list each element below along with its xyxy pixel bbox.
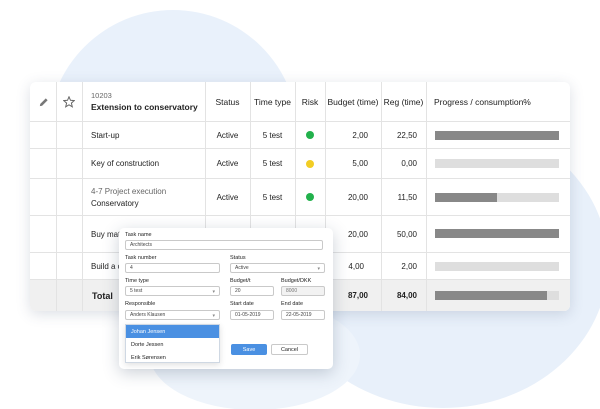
end-date-input[interactable]: 22-05-2019: [281, 310, 325, 320]
table-row[interactable]: Start-up Active 5 test 2,00 22,50: [30, 122, 570, 149]
column-divider: [56, 82, 57, 311]
time-type-label: Time type: [125, 278, 149, 284]
task-time-type: 5 test: [262, 130, 283, 140]
progress-bar: [435, 159, 559, 168]
task-reg: 22,50: [396, 130, 417, 140]
column-divider: [82, 82, 83, 311]
status-select[interactable]: Active ▾: [230, 263, 325, 273]
chevron-down-icon: ▾: [212, 313, 215, 319]
dropdown-option[interactable]: Erik Sørensen: [126, 351, 219, 364]
project-title: 10203 Extension to conservatory: [91, 82, 198, 121]
edit-task-dialog: Task name Architects Task number 4 Statu…: [119, 228, 333, 369]
progress-bar-fill: [435, 291, 547, 300]
task-time-type: 5 test: [262, 192, 283, 202]
budget-dkk-field: 8000: [281, 286, 325, 296]
column-divider: [426, 82, 427, 311]
star-icon[interactable]: [56, 82, 82, 122]
task-reg: 50,00: [396, 229, 417, 239]
task-status: Active: [216, 192, 239, 202]
status-select-value: Active: [235, 265, 249, 271]
progress-bar: [435, 229, 559, 238]
save-button[interactable]: Save: [231, 344, 267, 355]
task-number-input[interactable]: 4: [125, 263, 220, 273]
responsible-select[interactable]: Anders Klausen ▾: [125, 310, 220, 320]
progress-bar-fill: [435, 193, 497, 202]
column-header-progress[interactable]: Progress / consumption%: [434, 82, 531, 121]
column-header-risk[interactable]: Risk: [295, 82, 325, 121]
budget-t-input[interactable]: 20: [230, 286, 274, 296]
total-reg: 84,00: [396, 291, 417, 300]
task-number-label: Task number: [125, 255, 157, 261]
task-name-label: Task name: [125, 232, 152, 238]
project-name: Extension to conservatory: [91, 102, 198, 112]
pencil-icon[interactable]: [30, 82, 56, 122]
task-budget: 5,00: [352, 159, 368, 168]
column-header-reg[interactable]: Reg (time): [381, 82, 426, 121]
risk-indicator: [306, 193, 314, 201]
progress-bar-fill: [435, 229, 559, 238]
task-status: Active: [216, 130, 239, 140]
table-row[interactable]: 4-7 Project execution Conservatory Activ…: [30, 179, 570, 216]
task-name: Conservatory: [91, 198, 139, 208]
task-name: Start-up: [91, 130, 120, 140]
task-status: Active: [216, 159, 239, 168]
total-label: Total: [92, 290, 113, 301]
progress-bar: [435, 291, 559, 300]
risk-indicator: [306, 159, 314, 168]
task-time-type: 5 test: [262, 159, 283, 168]
task-reg: 2,00: [401, 261, 417, 271]
progress-bar: [435, 131, 559, 140]
screenshot-canvas: 10203 Extension to conservatory Status T…: [0, 0, 600, 409]
table-row[interactable]: Key of construction Active 5 test 5,00 0…: [30, 149, 570, 179]
budget-t-label: Budget/t: [230, 278, 251, 284]
start-date-label: Start date: [230, 301, 254, 307]
end-date-label: End date: [281, 301, 304, 307]
time-type-select-value: 5 test: [130, 288, 143, 294]
project-number: 10203: [91, 91, 112, 100]
column-header-status[interactable]: Status: [205, 82, 250, 121]
time-type-select[interactable]: 5 test ▾: [125, 286, 220, 296]
responsible-select-value: Anders Klausen: [130, 312, 166, 318]
task-budget: 2,00: [352, 130, 368, 140]
task-name: Build a c: [91, 261, 122, 271]
risk-indicator: [306, 131, 314, 139]
progress-bar-fill: [435, 131, 559, 140]
task-reg: 0,00: [401, 159, 417, 168]
progress-bar: [435, 193, 559, 202]
task-budget: 20,00: [347, 192, 368, 202]
task-name: Key of construction: [91, 159, 160, 168]
column-divider: [381, 82, 382, 311]
task-subtitle: 4-7 Project execution: [91, 186, 167, 196]
chevron-down-icon: ▾: [317, 266, 320, 272]
budget-dkk-label: Budget/DKK: [281, 278, 312, 284]
progress-bar: [435, 262, 559, 271]
task-name-input[interactable]: Architects: [125, 240, 323, 250]
dropdown-option[interactable]: Johan Jensen: [126, 325, 219, 338]
dropdown-option[interactable]: Dorte Jessen: [126, 338, 219, 351]
start-date-input[interactable]: 01-05-2019: [230, 310, 274, 320]
cancel-button[interactable]: Cancel: [271, 344, 308, 355]
status-label: Status: [230, 255, 246, 261]
table-header-row: 10203 Extension to conservatory Status T…: [30, 82, 570, 122]
column-header-budget[interactable]: Budget (time): [325, 82, 381, 121]
column-header-time-type[interactable]: Time type: [250, 82, 295, 121]
responsible-dropdown-list: Johan Jensen Dorte Jessen Erik Sørensen: [125, 324, 220, 363]
task-reg: 11,50: [397, 192, 417, 202]
responsible-label: Responsible: [125, 301, 156, 307]
chevron-down-icon: ▾: [212, 289, 215, 295]
